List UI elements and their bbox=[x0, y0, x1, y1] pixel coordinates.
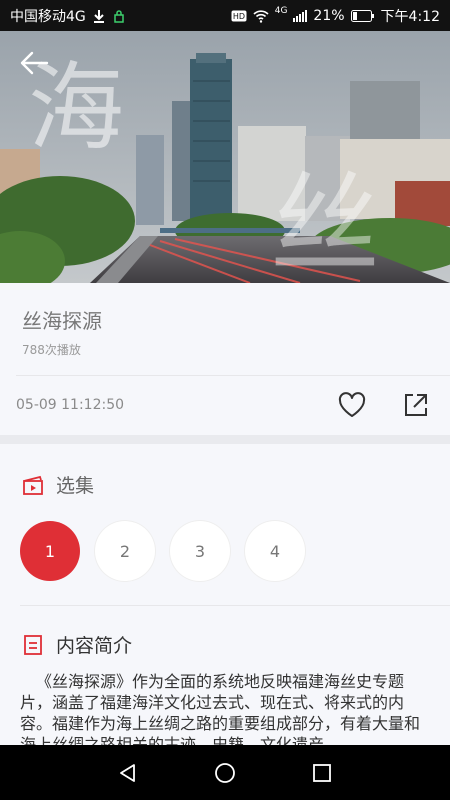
lock-icon bbox=[114, 9, 124, 23]
intro-header: 内容简介 bbox=[22, 631, 132, 658]
carrier-label: 中国移动4G bbox=[10, 8, 86, 25]
nav-back-button[interactable] bbox=[113, 758, 143, 788]
network-badge: 4G bbox=[274, 5, 288, 16]
episode-4-button[interactable]: 4 bbox=[245, 521, 305, 581]
back-button[interactable] bbox=[16, 45, 52, 81]
back-arrow-icon bbox=[20, 51, 49, 75]
clapperboard-icon bbox=[23, 475, 43, 495]
recents-square-icon bbox=[312, 763, 331, 782]
divider bbox=[16, 375, 450, 376]
episode-1-button[interactable]: 1 bbox=[20, 521, 80, 581]
hd-icon: HD bbox=[231, 10, 247, 21]
episodes-title: 选集 bbox=[56, 475, 95, 497]
share-icon bbox=[405, 394, 427, 416]
battery-percent: 21% bbox=[313, 7, 345, 24]
program-title: 丝海探源 bbox=[22, 309, 102, 333]
nav-home-button[interactable] bbox=[210, 758, 240, 788]
signal-icon bbox=[293, 9, 308, 22]
watermark-char-si: 丝 bbox=[270, 161, 380, 283]
publish-date: 05-09 11:12:50 bbox=[16, 397, 125, 413]
document-icon bbox=[24, 634, 42, 655]
wifi-icon bbox=[253, 9, 269, 23]
city-street-image: 海 丝 bbox=[0, 31, 450, 283]
status-bar: 中国移动4G HD 4G 21% 下午4:12 bbox=[0, 0, 450, 31]
nav-recents-button[interactable] bbox=[307, 758, 337, 788]
detail-content: 丝海探源 788次播放 05-09 11:12:50 选集 1 2 3 4 内容… bbox=[0, 283, 450, 745]
episode-3-button[interactable]: 3 bbox=[170, 521, 230, 581]
svg-text:HD: HD bbox=[233, 12, 245, 21]
play-count: 788次播放 bbox=[22, 343, 81, 357]
divider bbox=[20, 605, 450, 606]
share-button[interactable] bbox=[401, 390, 431, 420]
heart-icon bbox=[338, 392, 366, 417]
episode-2-button[interactable]: 2 bbox=[95, 521, 155, 581]
back-triangle-icon bbox=[120, 763, 136, 782]
download-icon bbox=[93, 9, 104, 23]
video-cover[interactable]: 海 丝 bbox=[0, 31, 450, 283]
intro-text: 《丝海探源》作为全面的系统地反映福建海丝史专题片，涵盖了福建海洋文化过去式、现在… bbox=[20, 672, 421, 745]
episodes-header: 选集 bbox=[22, 471, 94, 498]
clock: 下午4:12 bbox=[380, 8, 440, 25]
system-nav-bar bbox=[0, 745, 450, 800]
section-separator bbox=[0, 435, 450, 444]
favorite-button[interactable] bbox=[337, 390, 367, 420]
intro-title: 内容简介 bbox=[56, 635, 133, 657]
episode-list: 1 2 3 4 bbox=[20, 521, 305, 581]
home-circle-icon bbox=[215, 762, 235, 783]
battery-icon bbox=[350, 9, 374, 22]
